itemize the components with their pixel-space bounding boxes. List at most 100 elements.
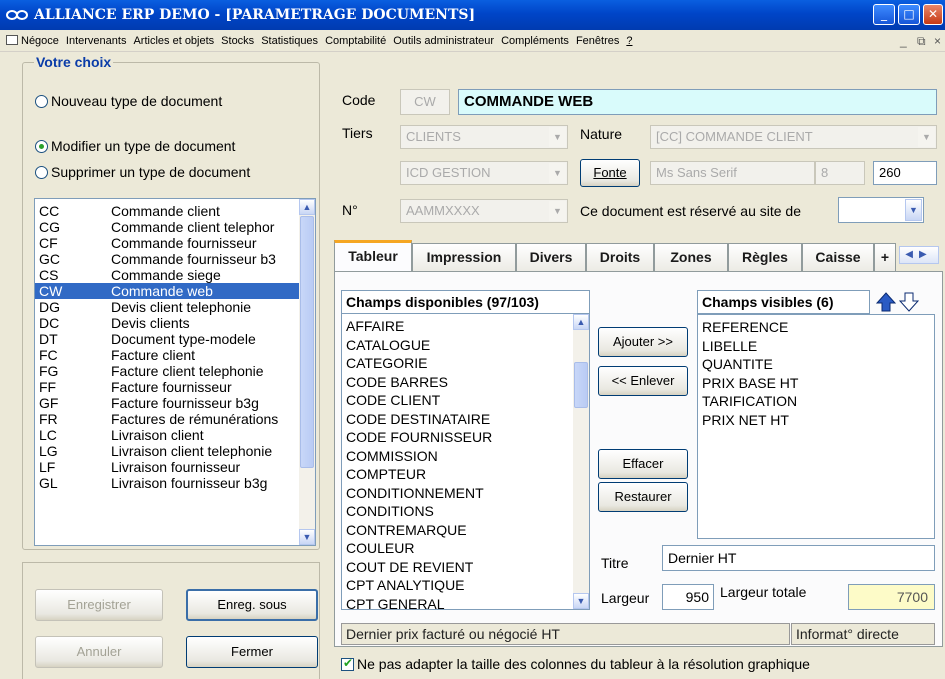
column-title-field[interactable]: Dernier HT [662,545,935,571]
code-description-field[interactable]: COMMANDE WEB [458,89,937,115]
list-item[interactable]: COMMISSION [342,447,573,466]
list-item-dt[interactable]: DT Document type-modele [35,331,299,347]
minimize-button[interactable]: _ [873,4,895,25]
menu-negoce[interactable]: Négoce [21,35,59,47]
tab-tableur[interactable]: Tableur [334,240,412,272]
list-item-gc[interactable]: GC Commande fournisseur b3 [35,251,299,267]
list-item-lf[interactable]: LF Livraison fournisseur [35,459,299,475]
list-item[interactable]: CODE CLIENT [342,391,573,410]
menu-fenetres[interactable]: Fenêtres [576,35,619,47]
list-item-cf[interactable]: CF Commande fournisseur [35,235,299,251]
tab-zones[interactable]: Zones [654,243,728,271]
list-item[interactable]: REFERENCE [698,318,934,337]
scroll-thumb[interactable] [574,362,588,408]
available-list-scrollbar[interactable]: ▲ ▼ [573,314,589,609]
doc-list-scrollbar[interactable]: ▲ ▼ [299,199,315,545]
list-item-cs[interactable]: CS Commande siege [35,267,299,283]
scroll-thumb[interactable] [300,216,314,468]
list-item-fr[interactable]: FR Factures de rémunérations [35,411,299,427]
radio-modify-type[interactable]: Modifier un type de document [35,138,235,154]
list-item-gl[interactable]: GL Livraison fournisseur b3g [35,475,299,491]
list-item[interactable]: CPT GENERAL [342,595,573,610]
menu-intervenants[interactable]: Intervenants [66,35,127,47]
close-window-button[interactable]: ✕ [923,4,943,25]
list-item-fg[interactable]: FG Facture client telephonie [35,363,299,379]
clear-button[interactable]: Effacer [598,449,688,479]
available-fields-list[interactable]: AFFAIRE CATALOGUE CATEGORIE CODE BARRES … [341,313,590,610]
list-item[interactable]: AFFAIRE [342,317,573,336]
list-item[interactable]: CONTREMARQUE [342,521,573,540]
tiers-select[interactable]: CLIENTS ▼ [400,125,568,149]
list-item-lg[interactable]: LG Livraison client telephonie [35,443,299,459]
list-item[interactable]: COUT DE REVIENT [342,558,573,577]
list-item-cw-selected[interactable]: CW Commande web [35,283,299,299]
mdi-minimize-button[interactable]: _ [900,34,907,48]
menu-outils[interactable]: Outils administrateur [393,35,494,47]
code-field[interactable]: CW [400,89,450,115]
scroll-up-icon[interactable]: ▲ [573,314,589,330]
scroll-down-icon[interactable]: ▼ [299,529,315,545]
list-item[interactable]: PRIX NET HT [698,411,934,430]
save-button[interactable]: Enregistrer [35,589,163,621]
save-as-button[interactable]: Enreg. sous [186,589,318,621]
list-item[interactable]: CONDITIONS [342,502,573,521]
menu-comptabilite[interactable]: Comptabilité [325,35,386,47]
tab-scroll-arrows-icon[interactable]: ◀▶ [899,246,939,264]
cancel-button[interactable]: Annuler [35,636,163,668]
list-item[interactable]: CPT ANALYTIQUE [342,576,573,595]
radio-delete-indicator[interactable] [35,166,48,179]
scroll-down-icon[interactable]: ▼ [573,593,589,609]
menu-statistiques[interactable]: Statistiques [261,35,318,47]
tab-impression[interactable]: Impression [412,243,516,271]
close-button[interactable]: Fermer [186,636,318,668]
document-type-list[interactable]: CC Commande client CG Commande client tele… [34,198,316,546]
column-width-field[interactable]: 950 [662,584,714,610]
radio-new-indicator[interactable] [35,95,48,108]
tab-droits[interactable]: Droits [586,243,654,271]
font-extra-field[interactable]: 260 [873,161,937,185]
list-item[interactable]: PRIX BASE HT [698,374,934,393]
font-button[interactable]: Fonte [580,159,640,187]
list-item[interactable]: CODE BARRES [342,373,573,392]
mdi-close-button[interactable]: × [934,34,941,48]
adapt-columns-checkbox[interactable]: Ne pas adapter la taille des colonnes du… [341,656,810,672]
mdi-restore-button[interactable]: ⧉ [917,34,926,49]
list-item[interactable]: CONDITIONNEMENT [342,484,573,503]
radio-modify-indicator[interactable] [35,140,48,153]
radio-new-type[interactable]: Nouveau type de document [35,93,222,109]
move-up-arrow-icon[interactable] [876,292,896,312]
scroll-up-icon[interactable]: ▲ [299,199,315,215]
visible-fields-list[interactable]: REFERENCE LIBELLE QUANTITE PRIX BASE HT … [697,314,935,539]
move-down-arrow-icon[interactable] [899,292,919,312]
window-title-bar[interactable]: ALLIANCE ERP DEMO - [PARAMETRAGE DOCUMEN… [0,0,945,30]
check-icon[interactable] [341,656,354,671]
radio-delete-type[interactable]: Supprimer un type de document [35,164,250,180]
tab-caisse[interactable]: Caisse [802,243,874,271]
remove-field-button[interactable]: << Enlever [598,366,688,396]
menu-complements[interactable]: Compléments [501,35,569,47]
gestion-select[interactable]: ICD GESTION ▼ [400,161,568,185]
site-select[interactable]: ▼ [838,197,924,223]
list-item[interactable]: COMPTEUR [342,465,573,484]
list-item[interactable]: CATEGORIE [342,354,573,373]
list-item-cg[interactable]: CG Commande client telephor [35,219,299,235]
list-item-ff[interactable]: FF Facture fournisseur [35,379,299,395]
list-item[interactable]: LIBELLE [698,337,934,356]
add-field-button[interactable]: Ajouter >> [598,327,688,357]
numbering-select[interactable]: AAMMXXXX ▼ [400,199,568,223]
list-item-cc[interactable]: CC Commande client [35,203,299,219]
tab-more[interactable]: + [874,243,896,271]
list-item[interactable]: CODE FOURNISSEUR [342,428,573,447]
restore-button[interactable]: Restaurer [598,482,688,512]
list-item[interactable]: TARIFICATION [698,392,934,411]
maximize-button[interactable]: □ [898,4,920,25]
list-item-dg[interactable]: DG Devis client telephonie [35,299,299,315]
menu-help[interactable]: ? [626,35,632,47]
tab-divers[interactable]: Divers [516,243,586,271]
list-item-fc[interactable]: FC Facture client [35,347,299,363]
list-item-dc[interactable]: DC Devis clients [35,315,299,331]
nature-select[interactable]: [CC] COMMANDE CLIENT ▼ [650,125,937,149]
menu-articles[interactable]: Articles et objets [133,35,214,47]
list-item[interactable]: QUANTITE [698,355,934,374]
list-item-lc[interactable]: LC Livraison client [35,427,299,443]
